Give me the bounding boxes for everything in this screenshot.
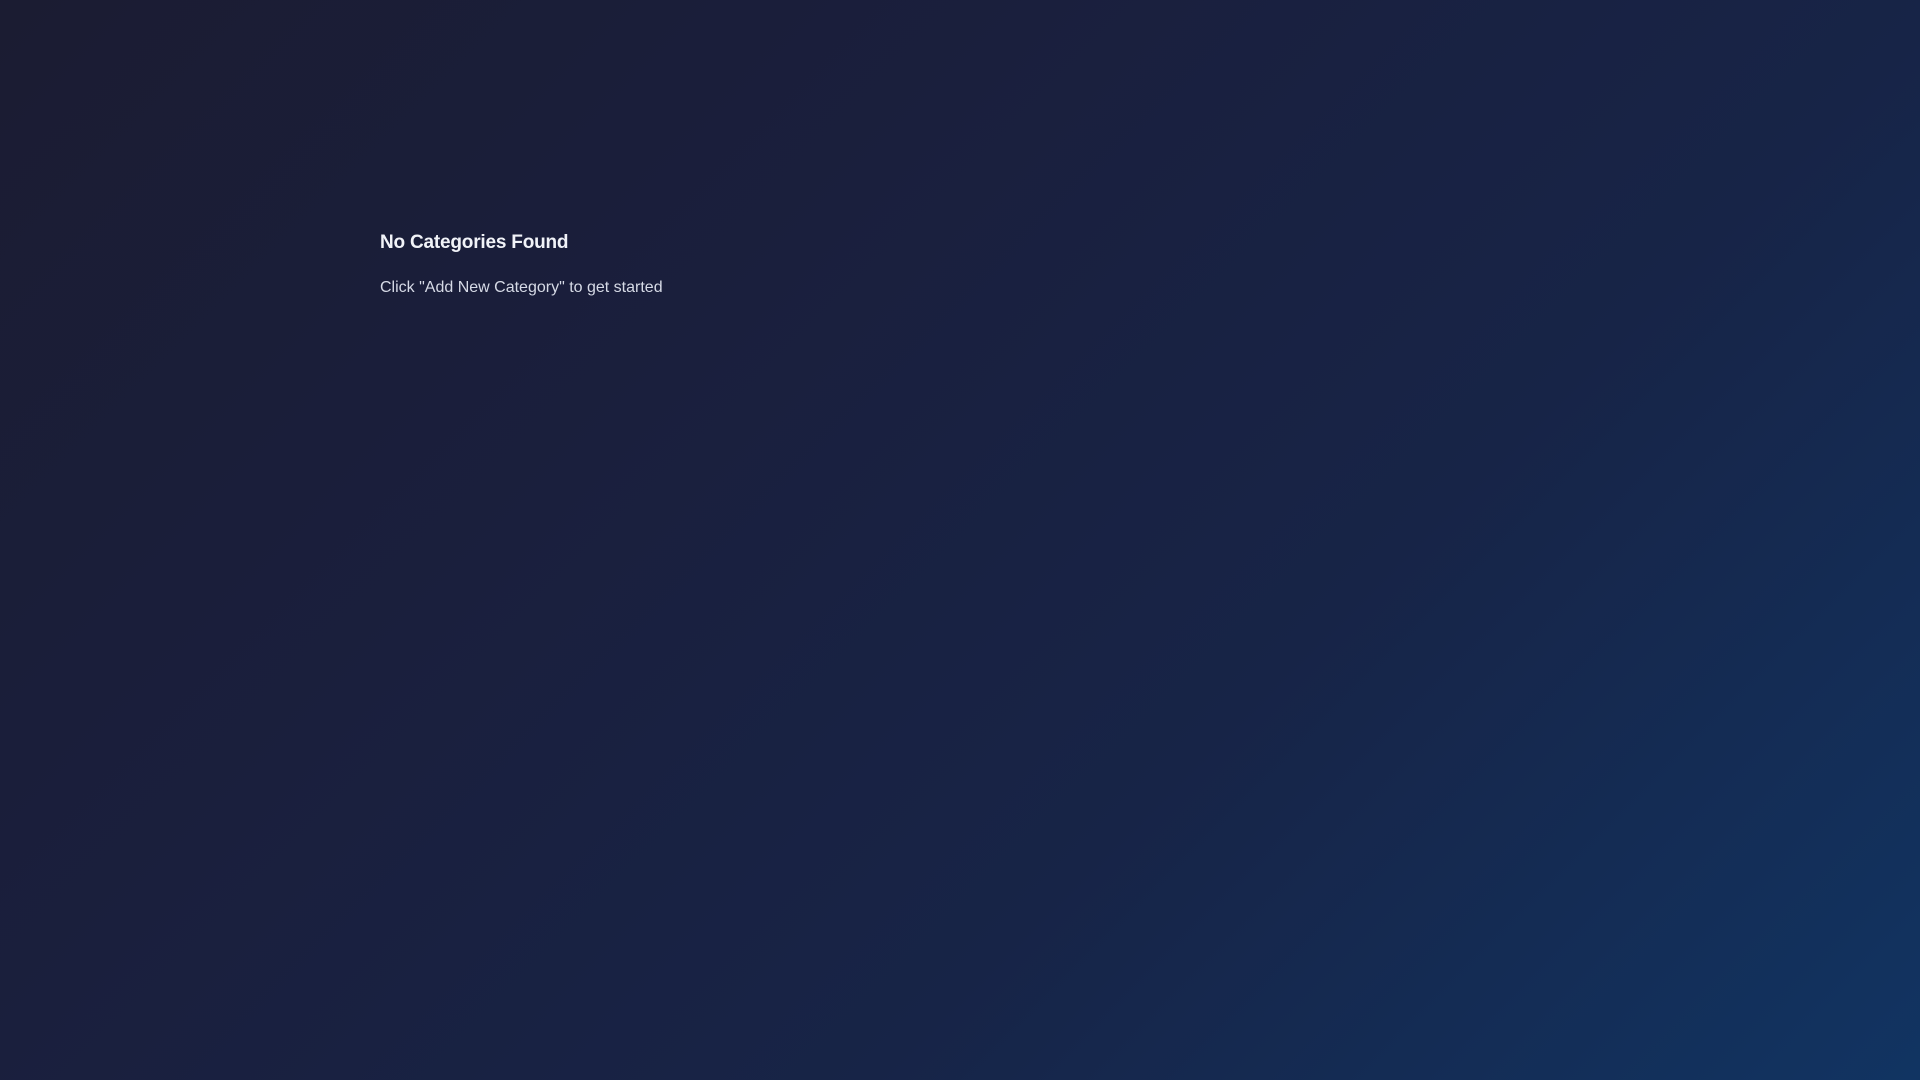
empty-state-subtitle: Click "Add New Category" to get started bbox=[380, 279, 663, 296]
empty-state-title: No Categories Found bbox=[380, 232, 569, 253]
empty-state: No Categories Found Click "Add New Categ… bbox=[380, 232, 663, 297]
